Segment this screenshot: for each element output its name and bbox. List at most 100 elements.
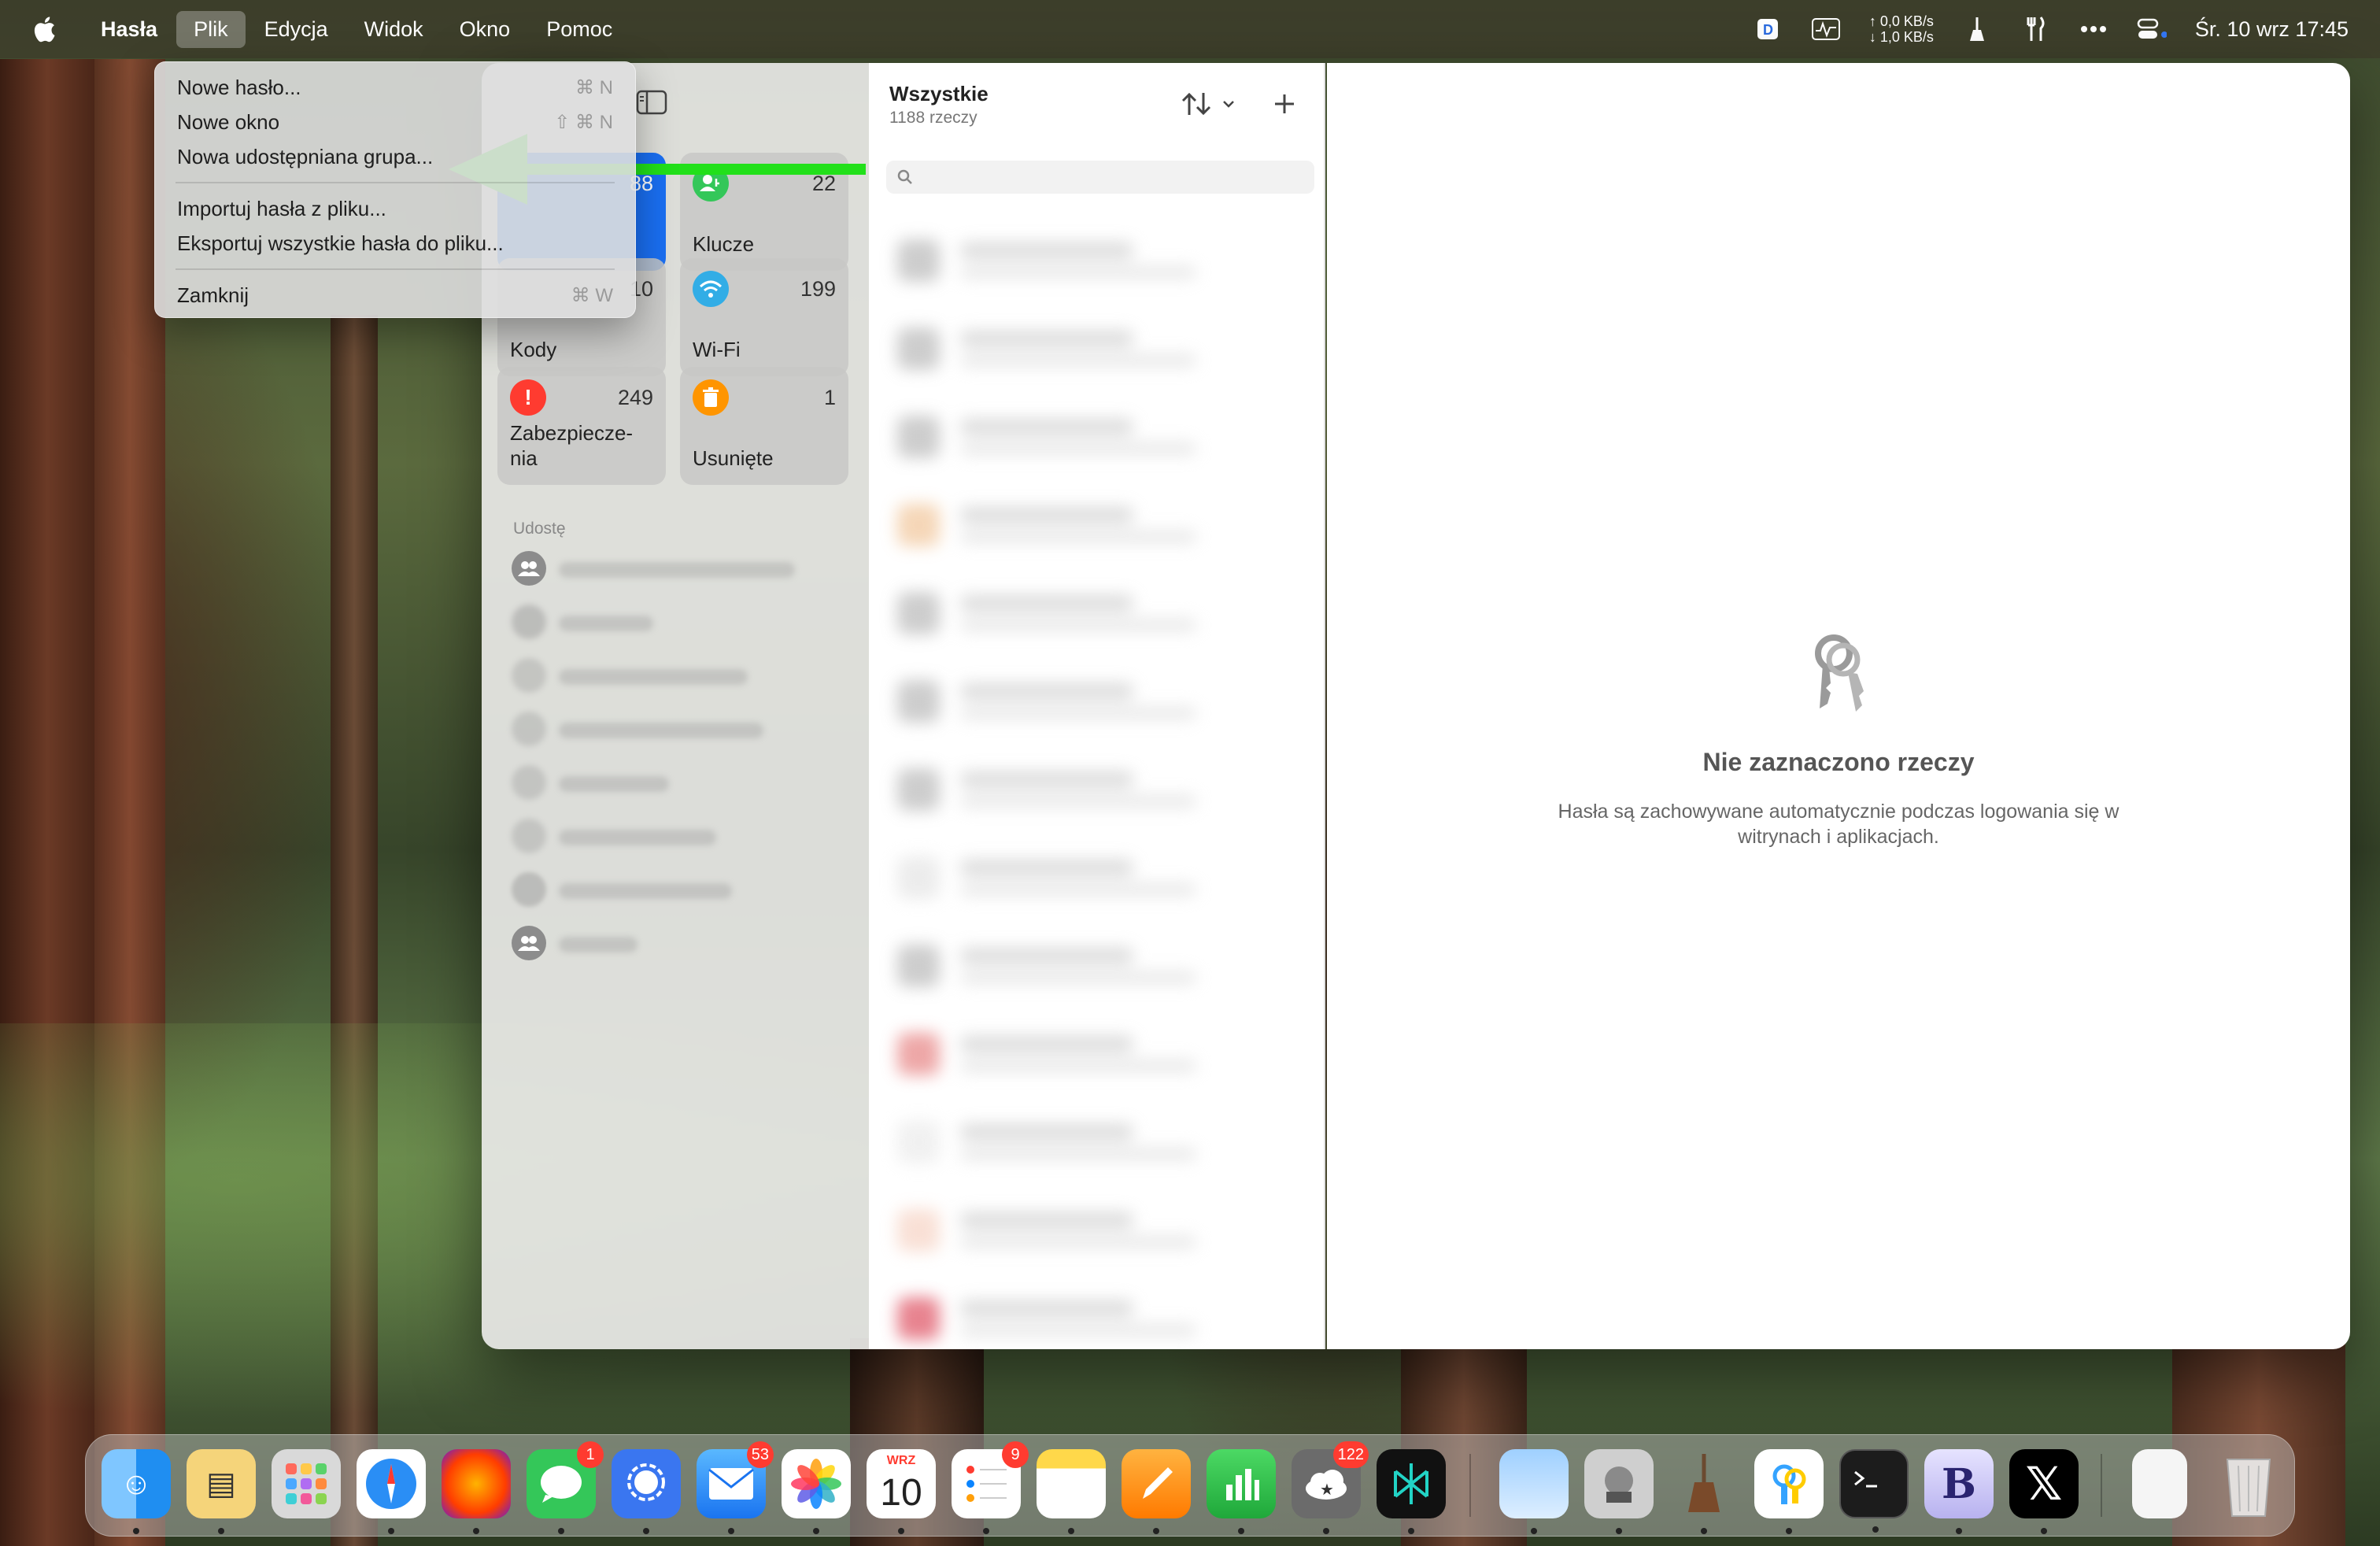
reminders-badge: 9 <box>1002 1441 1029 1468</box>
network-speed[interactable]: ↑ 0,0 KB/s ↓ 1,0 KB/s <box>1869 13 1934 45</box>
menubar-clock[interactable]: Śr. 10 wrz 17:45 <box>2195 17 2349 42</box>
bbedit-icon[interactable]: B <box>1924 1449 1994 1534</box>
list-item[interactable] <box>897 316 1291 379</box>
menu-file[interactable]: Plik <box>176 10 246 48</box>
list-item[interactable] <box>897 1286 1291 1349</box>
control-center-icon[interactable] <box>2137 14 2167 44</box>
apple-menu-icon[interactable] <box>28 13 60 45</box>
search-field[interactable] <box>886 161 1314 194</box>
tile-deleted-label: Usunięte <box>693 446 774 470</box>
trash-icon[interactable] <box>2214 1449 2283 1518</box>
dictionary-dock-icon[interactable]: ▤ <box>187 1449 256 1534</box>
shared-group-row[interactable] <box>512 551 842 590</box>
menu-item-new-password[interactable]: Nowe hasło... ⌘ N <box>155 70 635 105</box>
list-item[interactable] <box>897 1022 1291 1085</box>
list-item[interactable] <box>897 934 1291 997</box>
launchpad-icon[interactable] <box>272 1449 341 1518</box>
add-button[interactable] <box>1267 87 1302 121</box>
menu-item-shortcut: ⌘ W <box>571 284 613 306</box>
shared-group-row[interactable] <box>512 712 842 751</box>
signal-icon[interactable] <box>612 1449 681 1534</box>
list-item[interactable] <box>897 493 1291 556</box>
shared-group-row[interactable] <box>512 605 842 644</box>
mail-icon[interactable]: 53 <box>697 1441 774 1534</box>
tile-deleted[interactable]: 1 Usunięte <box>680 367 848 485</box>
empty-description: Hasła są zachowywane automatycznie podcz… <box>1558 801 2119 848</box>
tile-passkeys-label: Klucze <box>693 232 755 256</box>
shared-group-row[interactable] <box>512 658 842 697</box>
firefox-icon[interactable] <box>442 1449 511 1534</box>
numbers-icon[interactable] <box>1207 1449 1276 1534</box>
search-icon <box>897 169 912 184</box>
perplexity-icon[interactable] <box>1377 1449 1446 1534</box>
group-icon <box>512 765 546 800</box>
activity-monitor-icon[interactable] <box>1811 14 1841 44</box>
blurred-group-name <box>559 616 653 631</box>
list-item[interactable] <box>897 581 1291 644</box>
more-icon[interactable] <box>2079 14 2108 44</box>
menu-item-new-window[interactable]: Nowe okno ⇧ ⌘ N <box>155 105 635 139</box>
fork-knife-icon[interactable] <box>2020 14 2050 44</box>
pages-icon[interactable] <box>1122 1449 1191 1534</box>
list-item[interactable] <box>897 228 1291 291</box>
blurred-group-name <box>559 883 732 899</box>
menu-help[interactable]: Pomoc <box>529 11 630 48</box>
group-icon <box>512 926 546 960</box>
preview-icon[interactable] <box>1499 1449 1569 1534</box>
menu-item-export[interactable]: Eksportuj wszystkie hasła do pliku... <box>155 226 635 261</box>
trash-icon <box>693 379 729 416</box>
calendar-icon[interactable]: WRZ 10 <box>867 1449 936 1534</box>
menu-window[interactable]: Okno <box>442 11 528 48</box>
list-item[interactable] <box>897 757 1291 820</box>
menu-item-import[interactable]: Importuj hasła z pliku... <box>155 191 635 226</box>
terminal-icon[interactable] <box>1839 1449 1909 1533</box>
list-item[interactable] <box>897 1198 1291 1261</box>
menu-separator <box>176 182 615 183</box>
automator-icon[interactable] <box>1584 1449 1654 1534</box>
list-item[interactable] <box>897 405 1291 468</box>
menu-item-new-shared-group[interactable]: Nowa udostępniana grupa... <box>155 139 635 174</box>
cleaner-broom-icon[interactable] <box>1669 1449 1739 1534</box>
sort-button[interactable] <box>1177 87 1245 121</box>
shared-group-row[interactable] <box>512 926 842 965</box>
x-app-icon[interactable]: 𝕏 <box>2009 1449 2079 1534</box>
shared-group-row[interactable] <box>512 819 842 858</box>
sidebar-toggle-icon[interactable] <box>636 90 667 115</box>
menu-item-close[interactable]: Zamknij ⌘ W <box>155 278 635 313</box>
shared-group-row[interactable] <box>512 765 842 804</box>
tile-security-count: 249 <box>617 386 653 409</box>
photos-icon[interactable] <box>782 1449 851 1534</box>
plus-icon <box>1275 94 1294 113</box>
keys-icon <box>1807 630 1870 716</box>
messages-icon[interactable]: 1 <box>527 1441 604 1534</box>
blurred-group-name <box>559 562 795 578</box>
reminders-icon[interactable]: 9 <box>952 1441 1029 1534</box>
blurred-group-name <box>559 937 638 952</box>
list-item[interactable] <box>897 1110 1291 1173</box>
notes-icon[interactable] <box>1037 1449 1106 1534</box>
menu-app-name[interactable]: Hasła <box>83 11 175 48</box>
tile-wifi[interactable]: 199 Wi-Fi <box>680 258 848 376</box>
menu-view[interactable]: Widok <box>347 11 441 48</box>
svg-text:D: D <box>1763 22 1773 38</box>
pdf-document-icon[interactable] <box>2132 1449 2187 1518</box>
group-icon <box>512 872 546 907</box>
menu-item-label: Zamknij <box>177 283 249 307</box>
passwords-app-icon[interactable] <box>1754 1449 1824 1534</box>
shared-group-row[interactable] <box>512 872 842 912</box>
tile-security[interactable]: ! 249 Zabezpiecze-nia <box>497 367 666 485</box>
finder-icon[interactable]: ☺ <box>102 1449 171 1534</box>
safari-icon[interactable] <box>357 1449 426 1534</box>
menu-edit[interactable]: Edycja <box>247 11 346 48</box>
empty-state: Nie zaznaczono rzeczy Hasła są zachowywa… <box>1327 630 2350 849</box>
group-icon <box>512 712 546 746</box>
menu-item-shortcut: ⇧ ⌘ N <box>554 111 613 133</box>
weather-badge: 122 <box>1332 1441 1369 1468</box>
weather-star-icon[interactable]: ★ 122 <box>1292 1441 1369 1534</box>
list-item[interactable] <box>897 669 1291 732</box>
menu-separator <box>176 268 615 270</box>
dictionary-app-icon[interactable]: D <box>1753 14 1783 44</box>
broom-icon[interactable] <box>1962 14 1992 44</box>
list-item[interactable] <box>897 845 1291 908</box>
menu-item-label: Nowe hasło... <box>177 75 301 99</box>
